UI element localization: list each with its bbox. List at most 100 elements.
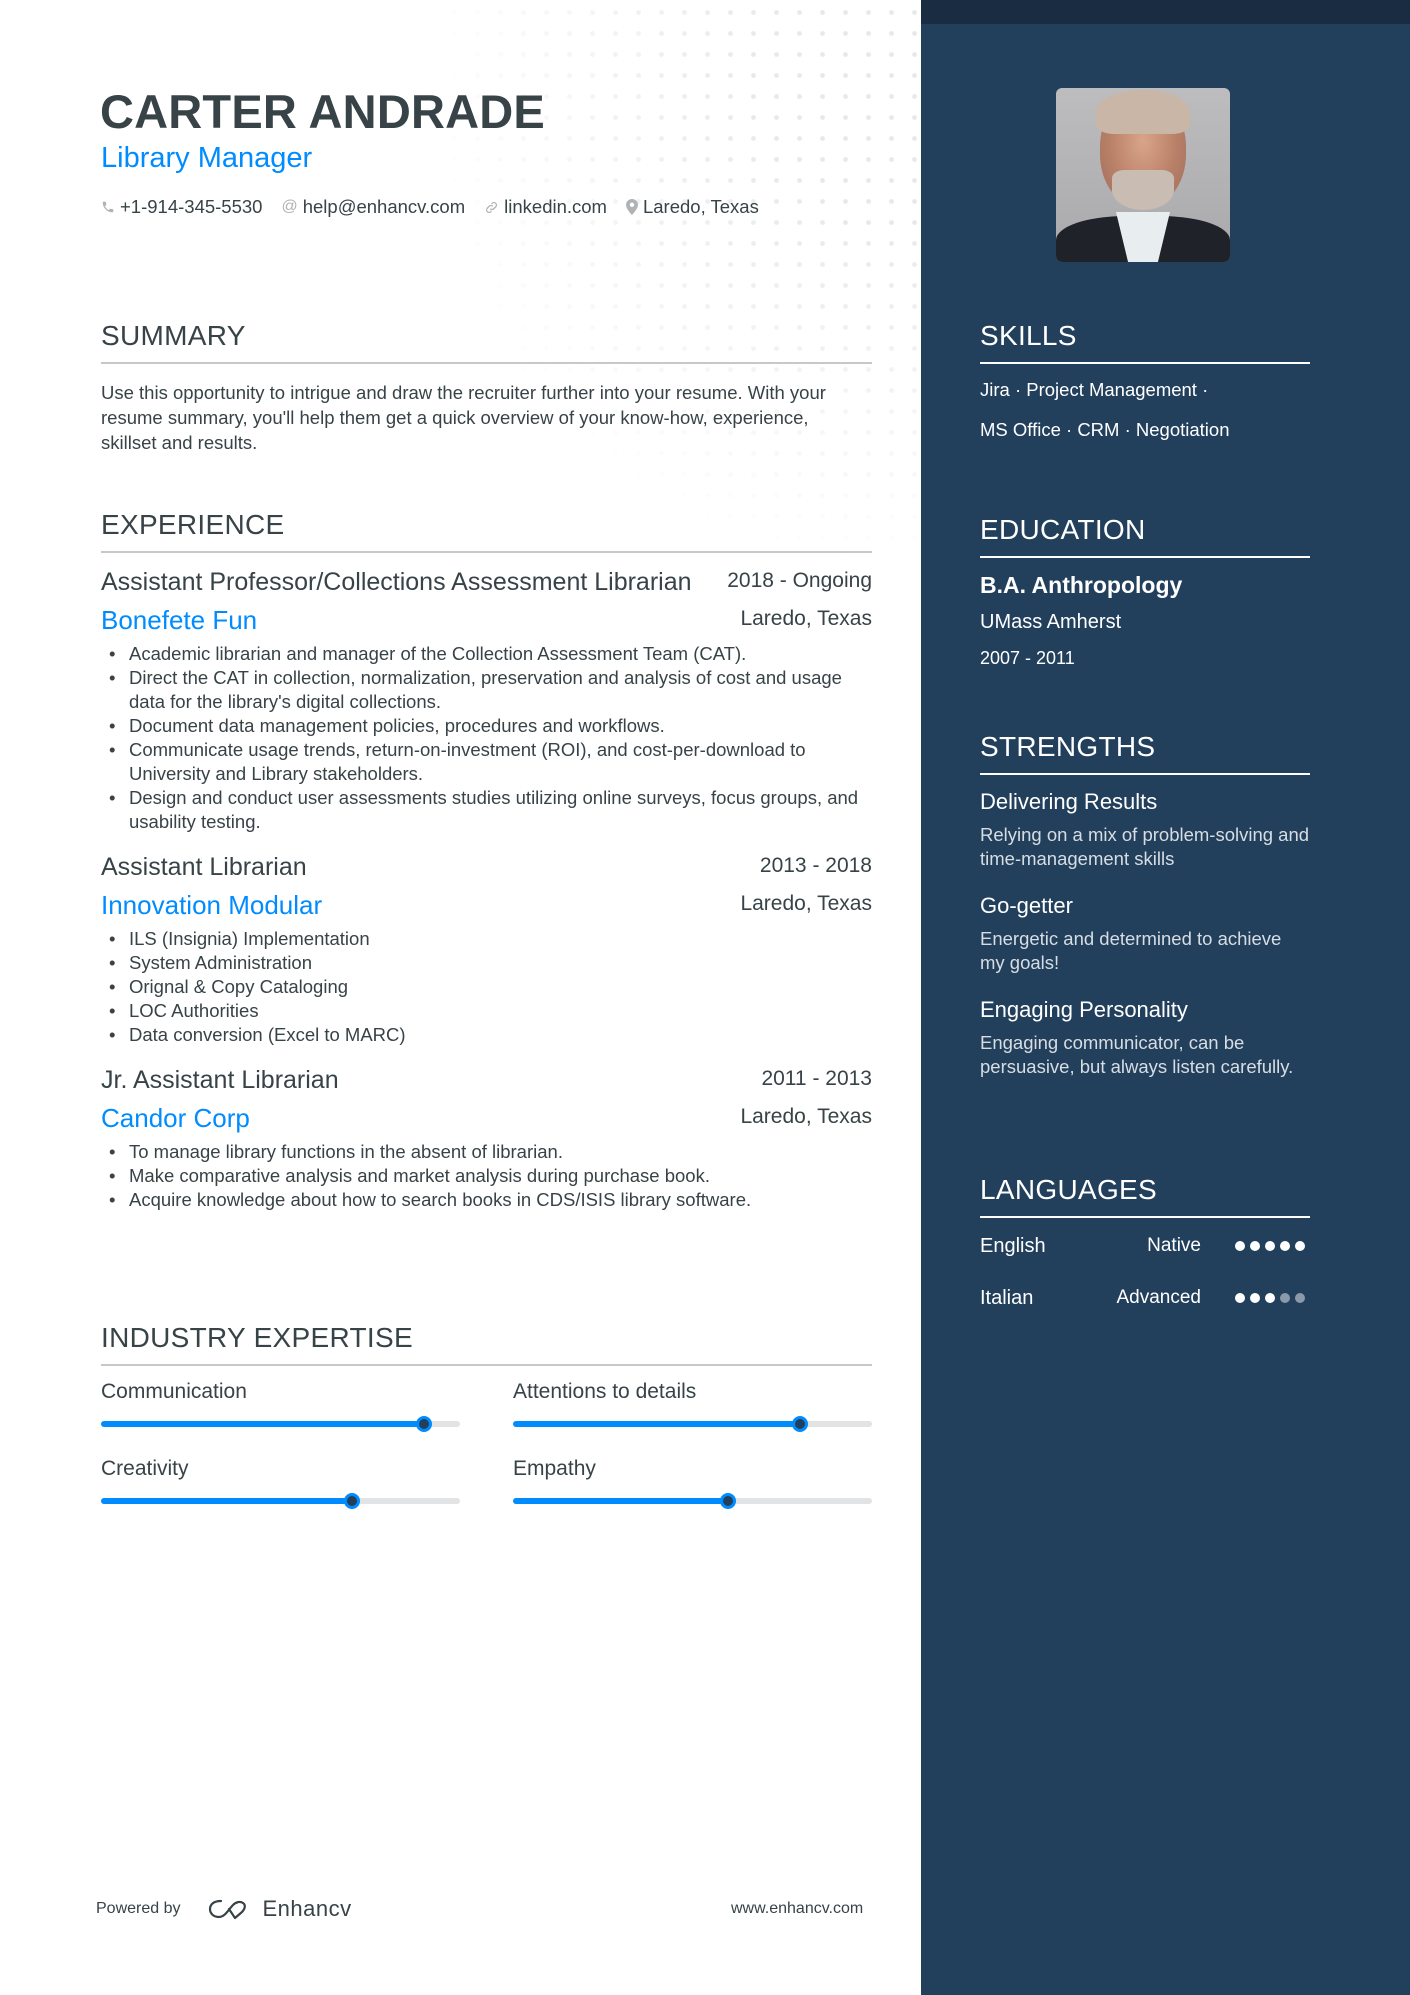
slider-fill — [513, 1421, 801, 1427]
rating-dot-filled — [1250, 1293, 1260, 1303]
strength-title: Engaging Personality — [980, 997, 1188, 1022]
summary-text: Use this opportunity to intrigue and dra… — [101, 382, 826, 453]
phone-icon — [101, 200, 115, 214]
job-entry: Assistant Professor/Collections Assessme… — [101, 567, 872, 834]
job-entry: Jr. Assistant Librarian 2011 - 2013 Cand… — [101, 1065, 872, 1212]
job-location: Laredo, Texas — [740, 1105, 872, 1128]
expertise-item: Attentions to details — [513, 1380, 872, 1432]
enhancv-logo-icon — [208, 1899, 246, 1920]
bullet-item: To manage library functions in the absen… — [101, 1140, 872, 1164]
contact-linkedin[interactable]: linkedin.com — [484, 196, 607, 218]
candidate-name: CARTER ANDRADE — [100, 85, 545, 138]
powered-by-label: Powered by — [96, 1900, 181, 1917]
bullet-item: Orignal & Copy Cataloging — [101, 975, 872, 999]
language-rating — [1235, 1293, 1310, 1303]
rating-dot-filled — [1280, 1241, 1290, 1251]
rating-dot-filled — [1295, 1241, 1305, 1251]
expertise-slider — [513, 1416, 872, 1432]
contact-location: Laredo, Texas — [625, 196, 759, 218]
bullet-item: Direct the CAT in collection, normalizat… — [101, 666, 872, 714]
slider-knob — [792, 1416, 809, 1432]
rating-dot-empty — [1295, 1293, 1305, 1303]
skills-line: Jira · Project Management · — [980, 379, 1209, 400]
strength-description: Energetic and determined to achieve my g… — [980, 928, 1282, 973]
experience-heading: EXPERIENCE — [101, 509, 872, 553]
expertise-label: Creativity — [101, 1457, 189, 1480]
industry-expertise-heading: INDUSTRY EXPERTISE — [101, 1322, 872, 1366]
job-bullets: To manage library functions in the absen… — [101, 1140, 872, 1212]
rating-dot-filled — [1235, 1293, 1245, 1303]
education-section: EDUCATION B.A. Anthropology UMass Amhers… — [980, 514, 1310, 669]
job-entry: Assistant Librarian 2013 - 2018 Innovati… — [101, 852, 872, 1047]
strength-title: Go-getter — [980, 893, 1073, 918]
summary-heading: SUMMARY — [101, 320, 872, 364]
job-title: Jr. Assistant Librarian — [101, 1066, 339, 1094]
contact-email[interactable]: @ help@enhancv.com — [281, 196, 465, 218]
skills-heading: SKILLS — [980, 320, 1310, 364]
job-dates: 2018 - Ongoing — [727, 569, 872, 592]
enhancv-logo[interactable]: Enhancv — [207, 1896, 352, 1922]
strength-item: Engaging Personality Engaging communicat… — [980, 997, 1310, 1079]
expertise-slider — [513, 1493, 872, 1509]
email-text: help@enhancv.com — [302, 196, 466, 217]
company-name: Innovation Modular — [101, 890, 323, 920]
contact-phone[interactable]: +1-914-345-5530 — [101, 196, 262, 218]
bullet-item: System Administration — [101, 951, 872, 975]
rating-dot-empty — [1280, 1293, 1290, 1303]
photo-beard — [1112, 170, 1174, 210]
expertise-label: Attentions to details — [513, 1380, 697, 1403]
expertise-label: Empathy — [513, 1457, 596, 1480]
language-row: English Native — [980, 1234, 1310, 1258]
slider-knob — [344, 1493, 361, 1509]
job-bullets: ILS (Insignia) Implementation System Adm… — [101, 927, 872, 1047]
job-location: Laredo, Texas — [740, 607, 872, 630]
expertise-item: Communication — [101, 1380, 460, 1432]
language-name: English — [980, 1234, 1046, 1257]
bullet-item: ILS (Insignia) Implementation — [101, 927, 872, 951]
summary-section: SUMMARY Use this opportunity to intrigue… — [101, 320, 872, 455]
sidebar-top-band — [921, 0, 1410, 24]
job-title: Assistant Librarian — [101, 853, 307, 881]
rating-dot-filled — [1250, 1241, 1260, 1251]
expertise-label: Communication — [101, 1380, 247, 1403]
footer-website-link[interactable]: www.enhancv.com — [731, 1900, 863, 1918]
strength-item: Go-getter Energetic and determined to ac… — [980, 893, 1310, 975]
skills-list: Jira · Project Management · MS Office · … — [980, 370, 1310, 450]
language-level: Advanced — [1116, 1287, 1201, 1308]
location-text: Laredo, Texas — [642, 196, 759, 217]
bullet-item: Communicate usage trends, return-on-inve… — [101, 738, 872, 786]
language-rating — [1235, 1241, 1310, 1251]
rating-dot-filled — [1235, 1241, 1245, 1251]
strength-title: Delivering Results — [980, 789, 1158, 814]
education-heading: EDUCATION — [980, 514, 1310, 558]
expertise-item: Creativity — [101, 1457, 460, 1509]
link-icon — [484, 200, 499, 215]
slider-fill — [513, 1498, 729, 1504]
strength-description: Relying on a mix of problem-solving and … — [980, 824, 1310, 869]
bullet-item: Document data management policies, proce… — [101, 714, 872, 738]
job-bullets: Academic librarian and manager of the Co… — [101, 642, 872, 834]
skills-line: MS Office · CRM · Negotiation — [980, 419, 1230, 440]
photo-hair — [1096, 90, 1190, 134]
languages-section: LANGUAGES English Native Italian Advance… — [980, 1174, 1310, 1310]
languages-heading: LANGUAGES — [980, 1174, 1310, 1218]
candidate-role: Library Manager — [101, 142, 313, 174]
contact-info: +1-914-345-5530 @ help@enhancv.com linke… — [101, 196, 778, 218]
bullet-item: LOC Authorities — [101, 999, 872, 1023]
education-degree: B.A. Anthropology — [980, 572, 1183, 598]
language-row: Italian Advanced — [980, 1286, 1310, 1310]
slider-knob — [720, 1493, 737, 1509]
enhancv-logo-text: Enhancv — [262, 1896, 352, 1921]
company-name: Bonefete Fun — [101, 605, 258, 635]
strength-item: Delivering Results Relying on a mix of p… — [980, 789, 1310, 871]
experience-section: EXPERIENCE Assistant Professor/Collectio… — [101, 509, 872, 1212]
at-icon: @ — [281, 198, 298, 215]
skills-section: SKILLS Jira · Project Management · MS Of… — [980, 320, 1310, 450]
rating-dot-filled — [1265, 1293, 1275, 1303]
slider-fill — [101, 1421, 425, 1427]
company-name: Candor Corp — [101, 1103, 250, 1133]
job-location: Laredo, Texas — [740, 892, 872, 915]
expertise-item: Empathy — [513, 1457, 872, 1509]
job-dates: 2011 - 2013 — [761, 1067, 872, 1090]
job-title: Assistant Professor/Collections Assessme… — [101, 568, 692, 596]
